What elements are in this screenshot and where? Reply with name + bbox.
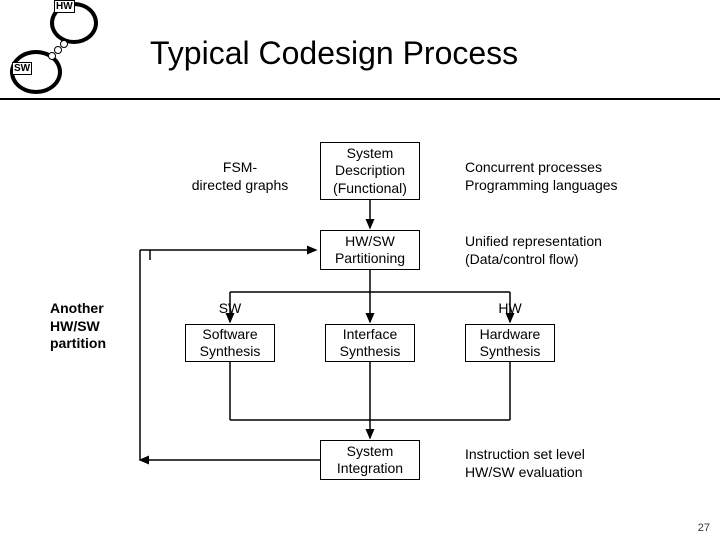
label-another-partition: AnotherHW/SWpartition bbox=[50, 300, 106, 353]
box-hw-sw-partitioning: HW/SWPartitioning bbox=[320, 230, 420, 270]
box-software-synthesis: SoftwareSynthesis bbox=[185, 324, 275, 362]
page-title: Typical Codesign Process bbox=[150, 35, 518, 72]
cuff-hw-label: HW bbox=[54, 0, 75, 13]
label-fsm: FSM-directed graphs bbox=[175, 158, 305, 194]
box-hardware-synthesis: HardwareSynthesis bbox=[465, 324, 555, 362]
cuff-sw-label: SW bbox=[12, 62, 32, 75]
label-sw: SW bbox=[210, 300, 250, 316]
box-interface-synthesis: InterfaceSynthesis bbox=[325, 324, 415, 362]
header: HW SW Typical Codesign Process bbox=[0, 0, 720, 100]
box-system-description: SystemDescription(Functional) bbox=[320, 142, 420, 200]
note-unified: Unified representation(Data/control flow… bbox=[465, 232, 602, 268]
box-system-integration: SystemIntegration bbox=[320, 440, 420, 480]
handcuffs-icon: HW SW bbox=[8, 2, 118, 98]
page-number: 27 bbox=[698, 522, 710, 534]
label-hw: HW bbox=[490, 300, 530, 316]
note-concurrent: Concurrent processesProgramming language… bbox=[465, 158, 618, 194]
note-instruction-set: Instruction set levelHW/SW evaluation bbox=[465, 445, 585, 481]
diagram: SystemDescription(Functional) HW/SWParti… bbox=[0, 100, 720, 540]
